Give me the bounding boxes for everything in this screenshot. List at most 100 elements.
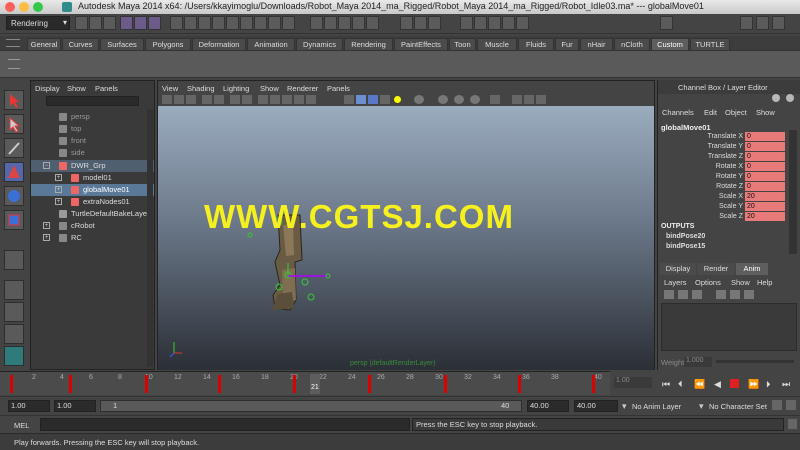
keyframe-marker[interactable] (444, 375, 447, 393)
channel-scale-y[interactable]: Scale Y 20 (658, 202, 788, 212)
move-tool-icon[interactable] (4, 162, 24, 182)
step-back-key-icon[interactable]: ⏪ (694, 379, 705, 390)
playback-end-field[interactable]: 40.00 (527, 400, 569, 412)
anti-aliasing-icon[interactable] (470, 95, 480, 104)
shelf-tab-animation[interactable]: Animation (247, 38, 295, 50)
new-layer-icon[interactable] (664, 290, 674, 299)
safe-title-icon[interactable] (306, 95, 316, 104)
stop-playback-icon[interactable] (730, 379, 739, 388)
layer-list[interactable] (661, 303, 797, 351)
channel-menu-edit[interactable]: Edit (704, 108, 717, 117)
move-layer-up-icon[interactable] (716, 290, 726, 299)
robot-character[interactable] (158, 106, 654, 370)
two-d-pan-zoom-icon[interactable] (214, 95, 224, 104)
wireframe-on-shaded-icon[interactable] (368, 95, 378, 104)
construction-history-icon[interactable] (428, 16, 441, 30)
resolution-gate-icon[interactable] (258, 95, 268, 104)
keyframe-marker[interactable] (69, 375, 72, 393)
go-to-start-icon[interactable]: ⏮ (662, 379, 670, 390)
outliner-item-top[interactable]: top (31, 123, 154, 135)
move-layer-down-icon[interactable] (730, 290, 740, 299)
shelf-tab-general[interactable]: General (27, 38, 61, 50)
lasso-tool-icon[interactable] (4, 114, 24, 134)
keyframe-marker[interactable] (293, 375, 296, 393)
outliner-item-dwr-grp[interactable]: − DWR_Grp (31, 160, 154, 172)
layer-menu-show[interactable]: Show (731, 278, 750, 287)
xray-joints-icon[interactable] (536, 95, 546, 104)
character-set-chevron-icon[interactable]: ▾ (699, 401, 704, 412)
shelf-options-icon[interactable] (8, 59, 20, 69)
animation-start-field[interactable]: 1.00 (8, 400, 50, 412)
ambient-occlusion-icon[interactable] (438, 95, 448, 104)
layer-tab-anim[interactable]: Anim (736, 263, 768, 275)
shelf-tab-toon[interactable]: Toon (449, 38, 476, 50)
layer-menu-options[interactable]: Options (695, 278, 721, 287)
channel-scale-z[interactable]: Scale Z 20 (658, 212, 788, 222)
select-tool-icon[interactable] (4, 90, 24, 110)
channel-box-toggle-icon[interactable] (772, 94, 780, 102)
shelf-tab-nhair[interactable]: nHair (580, 38, 613, 50)
command-input[interactable] (40, 418, 410, 431)
scale-tool-icon[interactable] (4, 210, 24, 230)
select-dynamics-icon[interactable] (254, 16, 267, 30)
character-set-select[interactable]: No Character Set (709, 402, 767, 411)
attribute-editor-toggle-icon[interactable] (786, 94, 794, 102)
channel-translate-x[interactable]: Translate X0 (658, 132, 788, 142)
outliner-item-persp[interactable]: persp (31, 111, 154, 123)
step-back-frame-icon[interactable]: ⏴ (678, 379, 683, 390)
select-deformations-icon[interactable] (240, 16, 253, 30)
camera-select-icon[interactable] (162, 95, 172, 104)
keyframe-marker[interactable] (145, 375, 148, 393)
bookmark-icon[interactable] (186, 95, 196, 104)
channel-menu-show[interactable]: Show (756, 108, 775, 117)
xray-icon[interactable] (524, 95, 534, 104)
step-forward-key-icon[interactable]: ⏩ (748, 379, 759, 390)
outliner-filter-input[interactable] (46, 96, 139, 106)
save-scene-icon[interactable] (103, 16, 116, 30)
shelf-tab-polygons[interactable]: Polygons (145, 38, 191, 50)
outliner-item-extranodes01[interactable]: + extraNodes01 (31, 196, 154, 208)
shelf-tab-turtle[interactable]: TURTLE (690, 38, 730, 50)
anim-layer-select[interactable]: No Anim Layer (632, 402, 681, 411)
mel-label[interactable]: MEL (14, 421, 29, 430)
shelf-tab-ncloth[interactable]: nCloth (614, 38, 650, 50)
go-to-end-icon[interactable]: ⏭ (782, 379, 790, 390)
channel-box-scrollbar[interactable] (789, 130, 797, 254)
viewport-3d-view[interactable] (158, 106, 654, 370)
field-chart-icon[interactable] (282, 95, 292, 104)
keyframe-marker[interactable] (218, 375, 221, 393)
channel-rotate-y[interactable]: Rotate Y0 (658, 172, 788, 182)
layer-menu-layers[interactable]: Layers (664, 278, 687, 287)
outliner-menu-panels[interactable]: Panels (95, 84, 118, 93)
output-node[interactable]: bindPose15 (666, 243, 705, 250)
layout-single-pane-icon[interactable] (4, 250, 24, 270)
step-forward-frame-icon[interactable]: ⏵ (766, 379, 771, 390)
close-window-button[interactable] (5, 2, 15, 12)
new-layer-selected-icon[interactable] (678, 290, 688, 299)
range-slider[interactable]: 1 40 (100, 400, 522, 412)
outliner-item-model01[interactable]: + model01 (31, 172, 154, 184)
layout-hypershade-icon[interactable] (4, 346, 24, 366)
outliner-item-globalmove01[interactable]: + globalMove01 (31, 184, 154, 196)
menu-set-select[interactable]: Rendering ▾ (6, 16, 70, 30)
viewport-menu-show[interactable]: Show (260, 84, 279, 93)
channel-menu-channels[interactable]: Channels (662, 108, 694, 117)
outliner-item-rc[interactable]: + RC (31, 232, 154, 244)
channel-menu-object[interactable]: Object (725, 108, 747, 117)
play-backwards-icon[interactable]: ◀ (714, 379, 721, 390)
layout-persp-outliner-icon[interactable] (4, 302, 24, 322)
select-joints-icon[interactable] (198, 16, 211, 30)
shelf-tab-dynamics[interactable]: Dynamics (296, 38, 343, 50)
zoom-window-button[interactable] (33, 2, 43, 12)
playback-start-field[interactable]: 1.00 (54, 400, 96, 412)
depth-of-field-icon[interactable] (490, 95, 500, 104)
current-time-field[interactable]: 1.00 (614, 377, 652, 388)
outliner-item-turtle-bake-layer[interactable]: TurtleDefaultBakeLayer (31, 208, 154, 220)
shelf-tab-fur[interactable]: Fur (555, 38, 579, 50)
paint-select-tool-icon[interactable] (4, 138, 24, 158)
wireframe-icon[interactable] (344, 95, 354, 104)
expand-icon[interactable]: + (55, 186, 62, 193)
shelf-tab-surfaces[interactable]: Surfaces (100, 38, 144, 50)
shadows-icon[interactable] (414, 95, 424, 104)
snap-view-plane-icon[interactable] (352, 16, 365, 30)
